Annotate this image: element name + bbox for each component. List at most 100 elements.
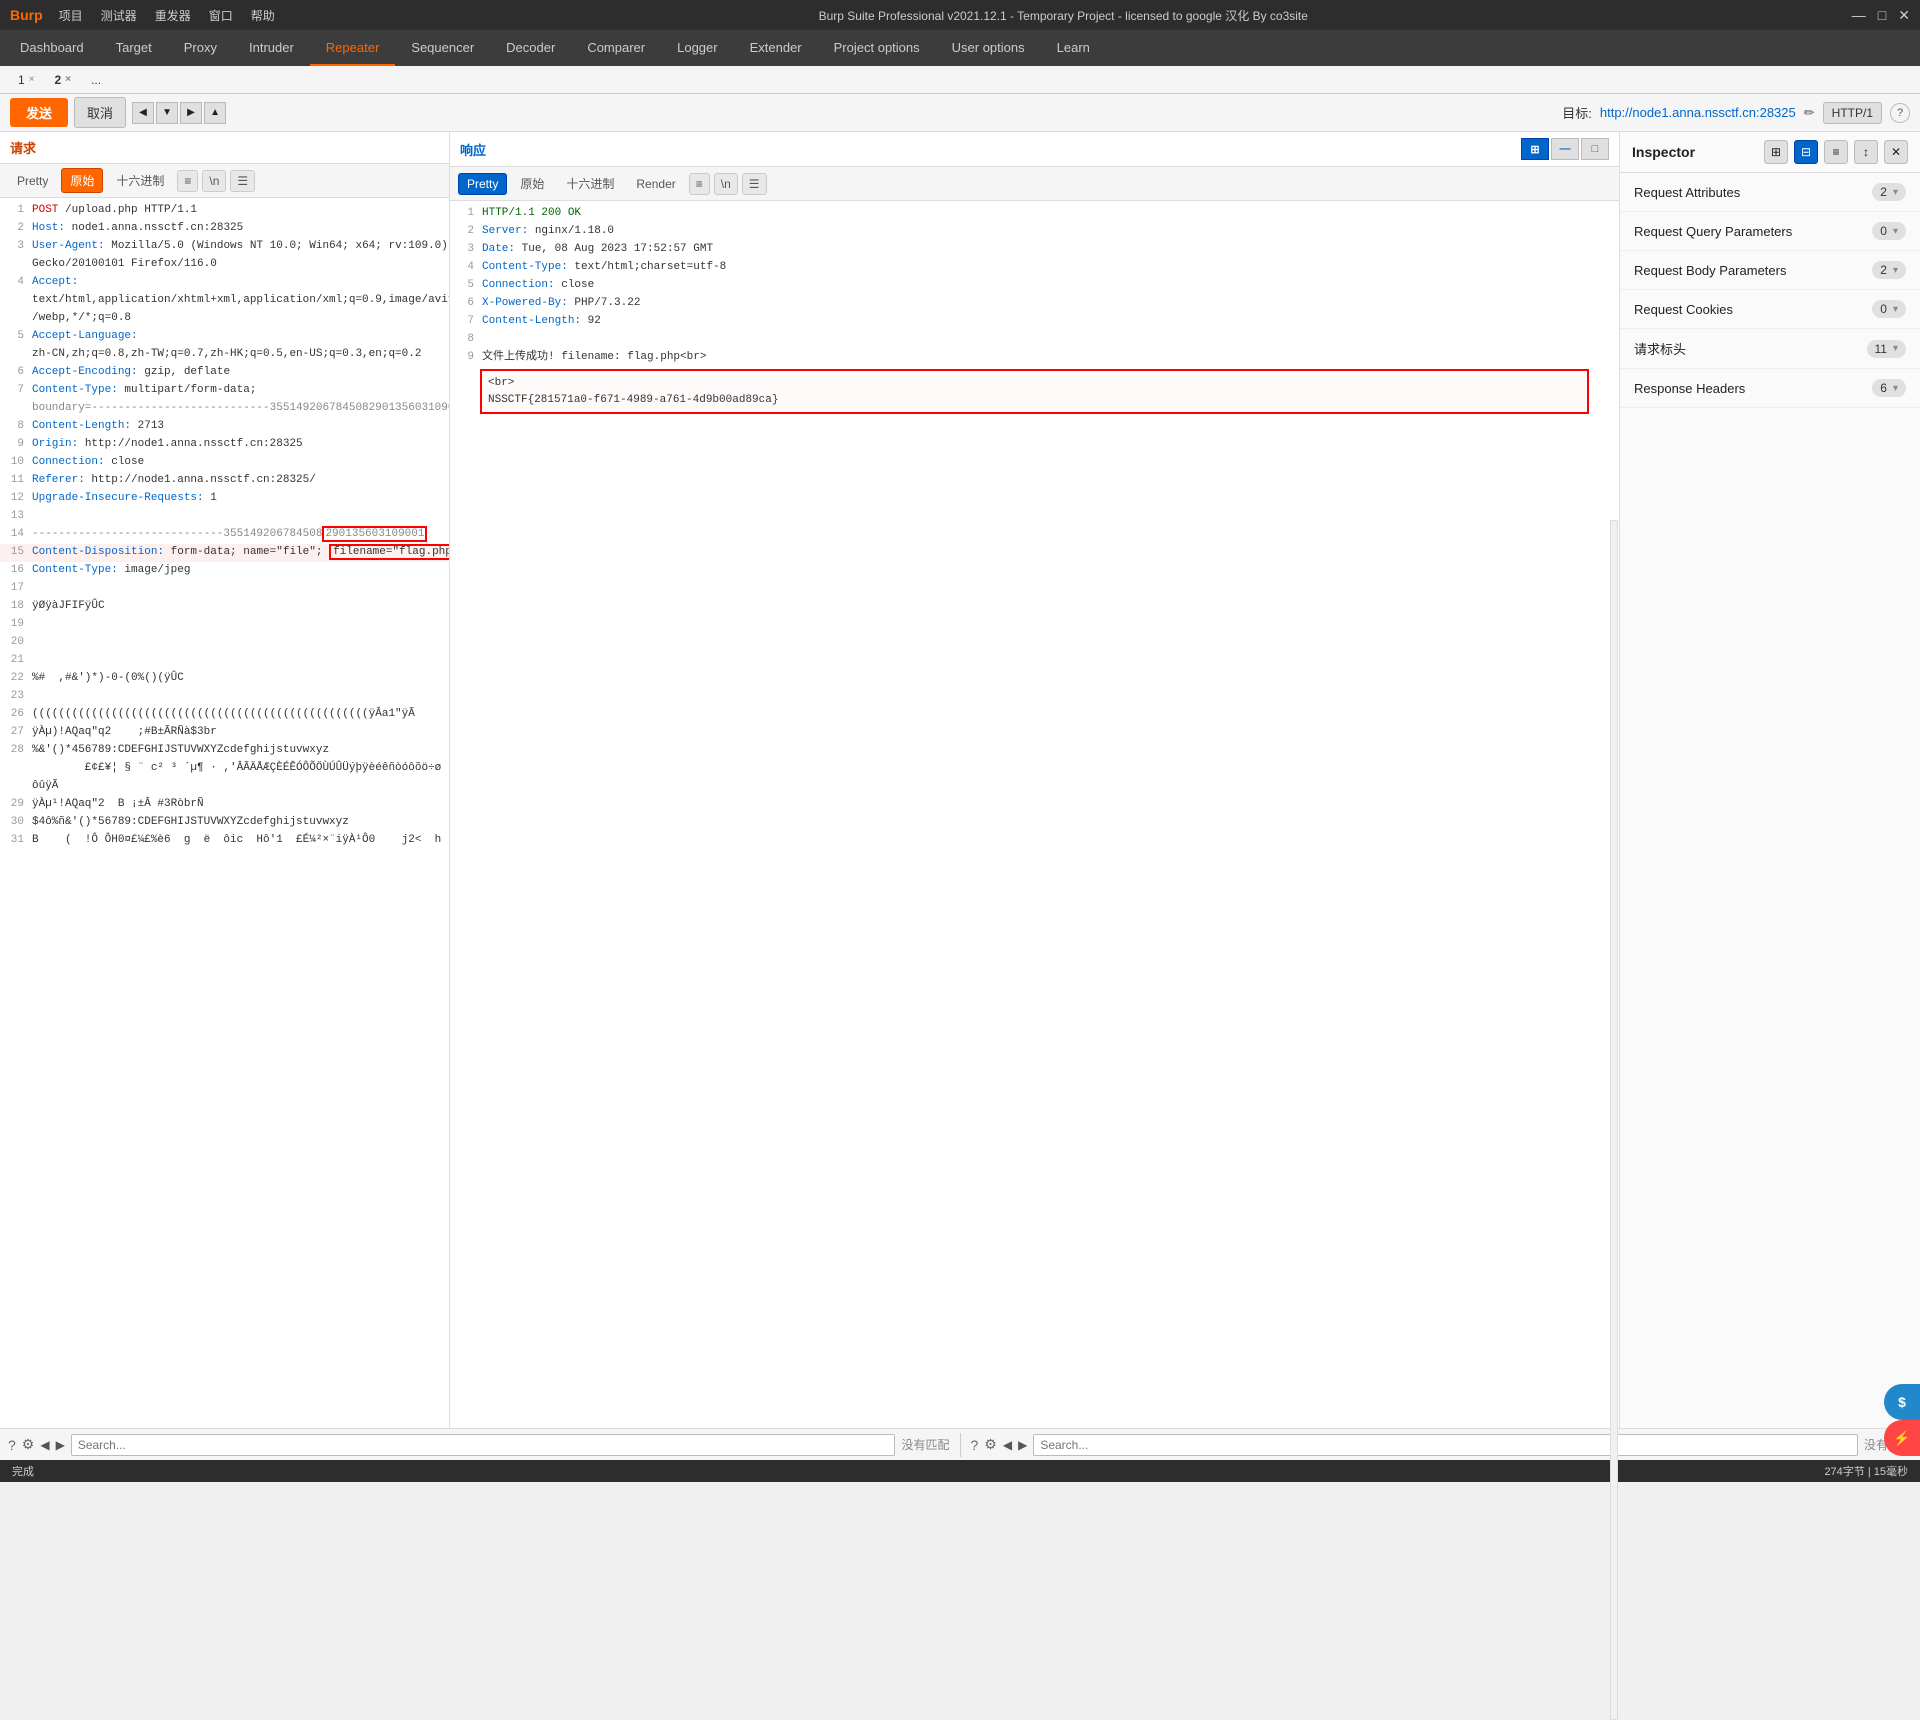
prev-button[interactable]: ◀: [132, 102, 154, 124]
search-input-left[interactable]: [71, 1434, 896, 1456]
response-drag-handle[interactable]: [1610, 520, 1618, 1720]
edit-target-icon[interactable]: ✏: [1804, 105, 1815, 121]
inspector-row-query-params[interactable]: Request Query Parameters 0 ▾: [1620, 212, 1920, 251]
inspector-icon-active[interactable]: ⊟: [1794, 140, 1818, 164]
sub-tab-2-close[interactable]: ×: [65, 74, 71, 85]
search-input-right[interactable]: [1033, 1434, 1858, 1456]
req-line-3: 3 User-Agent: Mozilla/5.0 (Windows NT 10…: [0, 238, 449, 256]
tab-logger[interactable]: Logger: [661, 30, 733, 66]
sub-tab-1[interactable]: 1 ×: [8, 69, 45, 91]
burp-floating-icon[interactable]: $: [1884, 1384, 1920, 1420]
up-arrow[interactable]: ▲: [204, 102, 226, 124]
request-tab-icon3[interactable]: ☰: [230, 170, 255, 192]
next-button[interactable]: ▶: [180, 102, 202, 124]
response-title: 响应: [460, 140, 486, 159]
request-tab-raw[interactable]: 原始: [61, 168, 103, 193]
send-button[interactable]: 发送: [10, 98, 68, 127]
resp-line-4: 4 Content-Type: text/html;charset=utf-8: [450, 259, 1619, 277]
tab-extender[interactable]: Extender: [734, 30, 818, 66]
tab-target[interactable]: Target: [100, 30, 168, 66]
http-version[interactable]: HTTP/1: [1823, 102, 1882, 124]
down-arrow[interactable]: ▼: [156, 102, 178, 124]
inspector-label-request-attributes: Request Attributes: [1634, 185, 1740, 200]
inspector-label-body-params: Request Body Parameters: [1634, 263, 1786, 278]
tab-decoder[interactable]: Decoder: [490, 30, 571, 66]
close-button[interactable]: ✕: [1898, 7, 1910, 24]
sub-tab-2[interactable]: 2 ×: [45, 69, 82, 91]
menu-item-resender[interactable]: 重发器: [155, 7, 191, 24]
inspector-title: Inspector: [1632, 144, 1695, 160]
bottom-right-next-icon[interactable]: ▶: [1018, 1438, 1027, 1452]
tab-user-options[interactable]: User options: [936, 30, 1041, 66]
cancel-button[interactable]: 取消: [74, 97, 126, 128]
req-line-31: 31 B ( !Ô ÔH0¤£¼£%è6 g ë ôic Hô'1 £É¼²×¨…: [0, 832, 449, 850]
request-tab-pretty[interactable]: Pretty: [8, 170, 57, 192]
inspector-count-query-params: 0 ▾: [1872, 222, 1906, 240]
req-line-5b: zh-CN,zh;q=0.8,zh-TW;q=0.7,zh-HK;q=0.5,e…: [0, 346, 449, 364]
tab-project-options[interactable]: Project options: [818, 30, 936, 66]
inspector-icon-grid[interactable]: ⊞: [1764, 140, 1788, 164]
view-toggle-horizontal[interactable]: —: [1551, 138, 1579, 160]
maximize-button[interactable]: □: [1878, 7, 1886, 24]
request-tab-hex[interactable]: 十六进制: [107, 168, 173, 193]
response-tab-pretty[interactable]: Pretty: [458, 173, 507, 195]
response-tab-render[interactable]: Render: [627, 173, 684, 195]
bottom-right-settings-icon[interactable]: ⚙: [984, 1436, 997, 1453]
req-line-26: 26 (((((((((((((((((((((((((((((((((((((…: [0, 706, 449, 724]
tab-learn[interactable]: Learn: [1041, 30, 1106, 66]
req-line-28: 28 %&'()*456789:CDEFGHIJSTUVWXYZcdefghij…: [0, 742, 449, 760]
inspector-icon-sort[interactable]: ↕: [1854, 140, 1878, 164]
tab-intruder[interactable]: Intruder: [233, 30, 310, 66]
bottom-left-next-icon[interactable]: ▶: [56, 1438, 65, 1452]
bottom-right-prev-icon[interactable]: ◀: [1003, 1438, 1012, 1452]
bottom-right-help-icon[interactable]: ?: [971, 1437, 979, 1453]
view-toggle-split[interactable]: ⊞: [1521, 138, 1549, 160]
response-tab-icon1[interactable]: ≡: [689, 173, 710, 195]
sub-tab-more[interactable]: ...: [81, 69, 111, 91]
tab-comparer[interactable]: Comparer: [571, 30, 661, 66]
request-tab-icon2[interactable]: \n: [202, 170, 226, 192]
sub-tab-1-close[interactable]: ×: [29, 74, 35, 85]
menu-item-test[interactable]: 测试器: [101, 7, 137, 24]
minimize-button[interactable]: —: [1852, 7, 1866, 24]
inspector-row-request-headers[interactable]: 请求标头 11 ▾: [1620, 329, 1920, 369]
response-content[interactable]: 1 HTTP/1.1 200 OK 2 Server: nginx/1.18.0…: [450, 201, 1619, 1428]
view-toggle-vertical[interactable]: □: [1581, 138, 1609, 160]
inspector-row-response-headers[interactable]: Response Headers 6 ▾: [1620, 369, 1920, 408]
help-button[interactable]: ?: [1890, 103, 1910, 123]
tab-repeater[interactable]: Repeater: [310, 30, 395, 66]
bottom-left-settings-icon[interactable]: ⚙: [22, 1436, 35, 1453]
inspector-close-btn[interactable]: ✕: [1884, 140, 1908, 164]
response-panel: 响应 ⊞ — □ Pretty 原始 十六进制 Render ≡ \n ☰ 1 …: [450, 132, 1620, 1428]
request-tab-icon1[interactable]: ≡: [177, 170, 198, 192]
bottom-left-prev-icon[interactable]: ◀: [40, 1438, 49, 1452]
inspector-row-cookies[interactable]: Request Cookies 0 ▾: [1620, 290, 1920, 329]
title-bar: Burp 项目 测试器 重发器 窗口 帮助 Burp Suite Profess…: [0, 0, 1920, 30]
req-line-29: 29 ÿÀµ¹!AQaq"2 B ¡±Â #3RòbrÑ: [0, 796, 449, 814]
resp-line-3: 3 Date: Tue, 08 Aug 2023 17:52:57 GMT: [450, 241, 1619, 259]
inspector-header: Inspector ⊞ ⊟ ≡ ↕ ✕: [1620, 132, 1920, 173]
menu-item-help[interactable]: 帮助: [251, 7, 275, 24]
tab-sequencer[interactable]: Sequencer: [395, 30, 490, 66]
inspector-label-response-headers: Response Headers: [1634, 381, 1745, 396]
menu-item-window[interactable]: 窗口: [209, 7, 233, 24]
inspector-row-request-attributes[interactable]: Request Attributes 2 ▾: [1620, 173, 1920, 212]
inspector-row-body-params[interactable]: Request Body Parameters 2 ▾: [1620, 251, 1920, 290]
response-tab-raw[interactable]: 原始: [511, 171, 553, 196]
menu-item-project[interactable]: 项目: [59, 7, 83, 24]
tab-proxy[interactable]: Proxy: [168, 30, 233, 66]
response-tab-hex[interactable]: 十六进制: [557, 171, 623, 196]
req-line-19: 19: [0, 616, 449, 634]
response-tab-icon3[interactable]: ☰: [742, 173, 767, 195]
resp-line-2: 2 Server: nginx/1.18.0: [450, 223, 1619, 241]
toolbar: 发送 取消 ◀ ▼ ▶ ▲ 目标: http://node1.anna.nssc…: [0, 94, 1920, 132]
response-tab-icon2[interactable]: \n: [714, 173, 738, 195]
burp-floating-icon-2[interactable]: ⚡: [1884, 1420, 1920, 1456]
inspector-icon-align[interactable]: ≡: [1824, 140, 1848, 164]
tab-dashboard[interactable]: Dashboard: [4, 30, 100, 66]
inspector-label-query-params: Request Query Parameters: [1634, 224, 1792, 239]
bottom-left-help-icon[interactable]: ?: [8, 1437, 16, 1453]
request-content[interactable]: 1 POST /upload.php HTTP/1.1 2 Host: node…: [0, 198, 449, 1428]
inspector-count-request-attributes: 2 ▾: [1872, 183, 1906, 201]
req-line-3b: Gecko/20100101 Firefox/116.0: [0, 256, 449, 274]
